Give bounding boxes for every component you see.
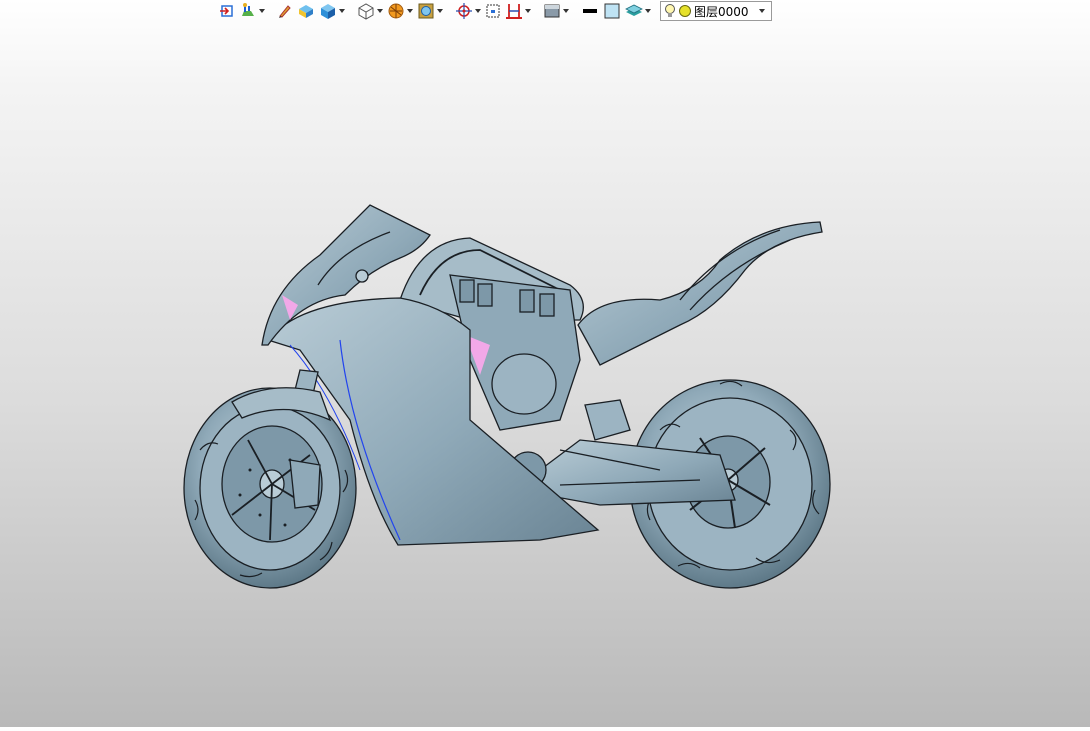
origin-target-icon bbox=[456, 3, 472, 19]
zoom-window-icon bbox=[486, 4, 500, 18]
black-color-swatch bbox=[583, 9, 597, 13]
section-button[interactable] bbox=[504, 1, 532, 21]
layer-select[interactable]: 图层0000 bbox=[660, 1, 772, 21]
background-button[interactable] bbox=[542, 1, 570, 21]
snap-icon bbox=[242, 3, 254, 16]
section-icon bbox=[506, 4, 522, 19]
fit-view-button[interactable] bbox=[416, 1, 444, 21]
pencil-icon bbox=[279, 5, 291, 18]
chevron-down-icon bbox=[759, 9, 765, 13]
zoom-window-button[interactable] bbox=[484, 1, 502, 21]
light-blue-color-swatch bbox=[604, 3, 620, 19]
pencil-button[interactable] bbox=[276, 1, 294, 21]
motorcycle-model bbox=[183, 204, 831, 589]
layer-on-icon bbox=[679, 5, 691, 17]
light-blue-color-swatch-button[interactable] bbox=[602, 1, 622, 21]
black-color-swatch-button[interactable] bbox=[580, 1, 600, 21]
exit-sketch-icon bbox=[220, 5, 233, 17]
layer-stack-icon bbox=[625, 4, 643, 16]
lightbulb-icon bbox=[665, 4, 675, 17]
shaded-block-icon bbox=[299, 5, 313, 18]
layer-select-value: 图层0000 bbox=[694, 4, 749, 19]
origin-target-button[interactable] bbox=[454, 1, 482, 21]
exit-sketch-button[interactable] bbox=[218, 1, 236, 21]
solid-cube-icon bbox=[321, 4, 335, 19]
wireframe-cube-icon bbox=[358, 3, 374, 20]
layer-stack-button[interactable] bbox=[624, 1, 652, 21]
tail-seat bbox=[577, 221, 823, 366]
render-sphere-icon bbox=[388, 3, 404, 19]
wireframe-cube-button[interactable] bbox=[356, 1, 384, 21]
background-icon bbox=[544, 4, 560, 18]
solid-cube-button[interactable] bbox=[318, 1, 346, 21]
fit-view-icon bbox=[418, 3, 434, 19]
shaded-block-button[interactable] bbox=[296, 1, 316, 21]
snap-button[interactable] bbox=[238, 1, 266, 21]
view-toolbar: 图层0000 bbox=[218, 0, 818, 22]
engine-cover bbox=[491, 353, 557, 415]
render-sphere-button[interactable] bbox=[386, 1, 414, 21]
3d-viewport[interactable] bbox=[0, 24, 1090, 727]
